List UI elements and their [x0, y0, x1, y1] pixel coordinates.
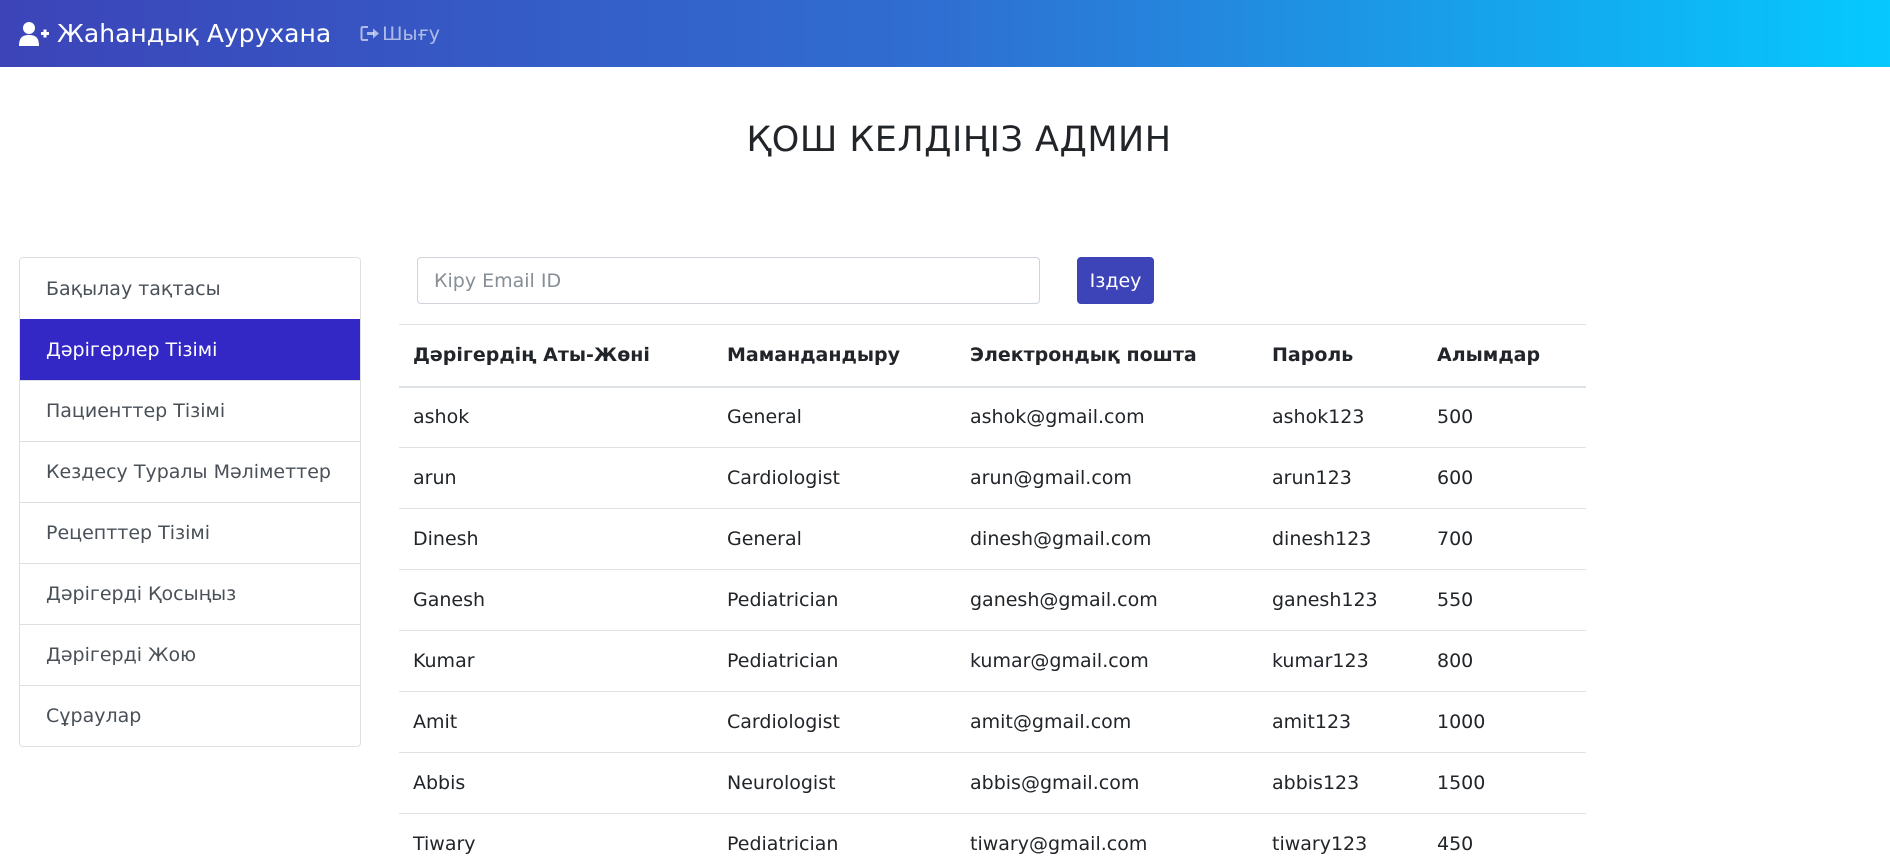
- cell-name: Kumar: [399, 630, 713, 692]
- top-navbar: Жаһандық Аурухана Шығу: [0, 0, 1890, 67]
- user-plus-icon: [19, 21, 49, 47]
- cell-email: tiwary@gmail.com: [956, 813, 1258, 859]
- search-button[interactable]: Іздеу: [1077, 257, 1154, 304]
- cell-specialization: Pediatrician: [713, 813, 956, 859]
- cell-specialization: General: [713, 508, 956, 570]
- email-search-input[interactable]: [417, 257, 1040, 304]
- column-header-email: Электрондық пошта: [956, 324, 1258, 388]
- cell-email: arun@gmail.com: [956, 447, 1258, 509]
- column-header-name: Дәрігердің Аты-Жөні: [399, 324, 713, 388]
- table-row: Dinesh General dinesh@gmail.com dinesh12…: [399, 508, 1586, 570]
- cell-name: Tiwary: [399, 813, 713, 859]
- cell-password: amit123: [1258, 691, 1423, 753]
- doctors-table: Дәрігердің Аты-Жөні Мамандандыру Электро…: [399, 324, 1586, 859]
- sign-out-icon: [360, 25, 380, 42]
- cell-specialization: Cardiologist: [713, 691, 956, 753]
- sidebar-item-delete-doctor[interactable]: Дәрігерді Жою: [20, 624, 360, 685]
- table-row: Abbis Neurologist abbis@gmail.com abbis1…: [399, 752, 1586, 814]
- cell-name: Abbis: [399, 752, 713, 814]
- cell-fees: 1500: [1423, 752, 1586, 814]
- cell-fees: 700: [1423, 508, 1586, 570]
- table-row: ashok General ashok@gmail.com ashok123 5…: [399, 386, 1586, 448]
- cell-specialization: General: [713, 386, 956, 448]
- cell-password: arun123: [1258, 447, 1423, 509]
- cell-specialization: Cardiologist: [713, 447, 956, 509]
- cell-specialization: Pediatrician: [713, 630, 956, 692]
- sidebar-menu: Бақылау тақтасы Дәрігерлер Тізімі Пациен…: [19, 257, 361, 747]
- cell-name: Ganesh: [399, 569, 713, 631]
- cell-fees: 1000: [1423, 691, 1586, 753]
- cell-name: Dinesh: [399, 508, 713, 570]
- table-header-row: Дәрігердің Аты-Жөні Мамандандыру Электро…: [399, 324, 1586, 388]
- table-row: Amit Cardiologist amit@gmail.com amit123…: [399, 691, 1586, 753]
- cell-email: kumar@gmail.com: [956, 630, 1258, 692]
- cell-name: Amit: [399, 691, 713, 753]
- cell-password: abbis123: [1258, 752, 1423, 814]
- cell-password: ganesh123: [1258, 569, 1423, 631]
- cell-fees: 550: [1423, 569, 1586, 631]
- table-row: Tiwary Pediatrician tiwary@gmail.com tiw…: [399, 813, 1586, 859]
- sidebar-item-doctors-list[interactable]: Дәрігерлер Тізімі: [20, 319, 360, 380]
- column-header-fees: Алымдар: [1423, 324, 1586, 388]
- cell-password: ashok123: [1258, 386, 1423, 448]
- cell-specialization: Pediatrician: [713, 569, 956, 631]
- cell-email: ganesh@gmail.com: [956, 569, 1258, 631]
- sidebar-item-patients-list[interactable]: Пациенттер Тізімі: [20, 380, 360, 441]
- cell-name: ashok: [399, 386, 713, 448]
- sidebar-item-prescriptions[interactable]: Рецепттер Тізімі: [20, 502, 360, 563]
- table-row: arun Cardiologist arun@gmail.com arun123…: [399, 447, 1586, 509]
- column-header-password: Пароль: [1258, 324, 1423, 388]
- cell-email: dinesh@gmail.com: [956, 508, 1258, 570]
- sidebar-item-queries[interactable]: Сұраулар: [20, 685, 360, 746]
- logout-label: Шығу: [382, 22, 440, 45]
- sidebar-item-appointments[interactable]: Кездесу Туралы Мәліметтер: [20, 441, 360, 502]
- cell-specialization: Neurologist: [713, 752, 956, 814]
- column-header-specialization: Мамандандыру: [713, 324, 956, 388]
- brand-link[interactable]: Жаһандық Аурухана: [19, 19, 331, 48]
- sidebar-item-dashboard[interactable]: Бақылау тақтасы: [20, 258, 360, 319]
- brand-title: Жаһандық Аурухана: [57, 19, 332, 48]
- table-row: Ganesh Pediatrician ganesh@gmail.com gan…: [399, 569, 1586, 631]
- cell-password: kumar123: [1258, 630, 1423, 692]
- cell-name: arun: [399, 447, 713, 509]
- cell-fees: 600: [1423, 447, 1586, 509]
- cell-fees: 800: [1423, 630, 1586, 692]
- sidebar-item-add-doctor[interactable]: Дәрігерді Қосыңыз: [20, 563, 360, 624]
- table-row: Kumar Pediatrician kumar@gmail.com kumar…: [399, 630, 1586, 692]
- cell-email: amit@gmail.com: [956, 691, 1258, 753]
- cell-email: abbis@gmail.com: [956, 752, 1258, 814]
- cell-fees: 450: [1423, 813, 1586, 859]
- logout-link[interactable]: Шығу: [360, 23, 440, 45]
- cell-email: ashok@gmail.com: [956, 386, 1258, 448]
- cell-fees: 500: [1423, 386, 1586, 448]
- cell-password: dinesh123: [1258, 508, 1423, 570]
- cell-password: tiwary123: [1258, 813, 1423, 859]
- page-title: ҚОШ КЕЛДІҢІЗ АДМИН: [746, 120, 1172, 160]
